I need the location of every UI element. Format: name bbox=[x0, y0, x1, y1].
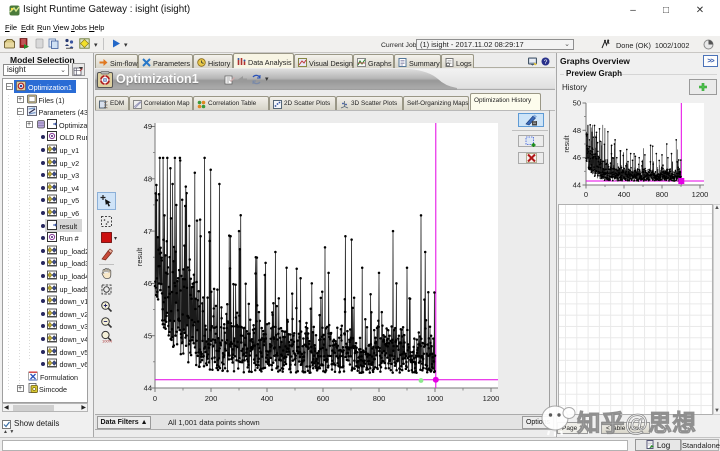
svg-text:1200: 1200 bbox=[692, 190, 709, 199]
svg-text:0: 0 bbox=[153, 394, 157, 403]
svg-text:400: 400 bbox=[618, 190, 631, 199]
svg-text:800: 800 bbox=[373, 394, 386, 403]
svg-text:48: 48 bbox=[573, 126, 581, 135]
svg-text:48: 48 bbox=[144, 175, 152, 184]
svg-text:400: 400 bbox=[261, 394, 274, 403]
svg-text:?: ? bbox=[544, 59, 548, 66]
svg-text:47: 47 bbox=[144, 227, 152, 236]
svg-text:44: 44 bbox=[144, 384, 152, 393]
svg-text:200: 200 bbox=[205, 394, 218, 403]
svg-text:46: 46 bbox=[573, 153, 581, 162]
svg-text:100%: 100% bbox=[102, 339, 113, 344]
svg-text:44: 44 bbox=[573, 181, 581, 190]
svg-text:600: 600 bbox=[317, 394, 330, 403]
svg-text:50: 50 bbox=[573, 99, 581, 108]
svg-text:1200: 1200 bbox=[483, 394, 500, 403]
svg-text:result: result bbox=[564, 135, 571, 152]
svg-text:1000: 1000 bbox=[427, 394, 444, 403]
svg-text:result: result bbox=[135, 247, 144, 266]
svg-text:46: 46 bbox=[144, 279, 152, 288]
svg-text:0: 0 bbox=[584, 190, 588, 199]
svg-text:45: 45 bbox=[144, 331, 152, 340]
svg-text:800: 800 bbox=[656, 190, 669, 199]
svg-text:49: 49 bbox=[144, 122, 152, 131]
